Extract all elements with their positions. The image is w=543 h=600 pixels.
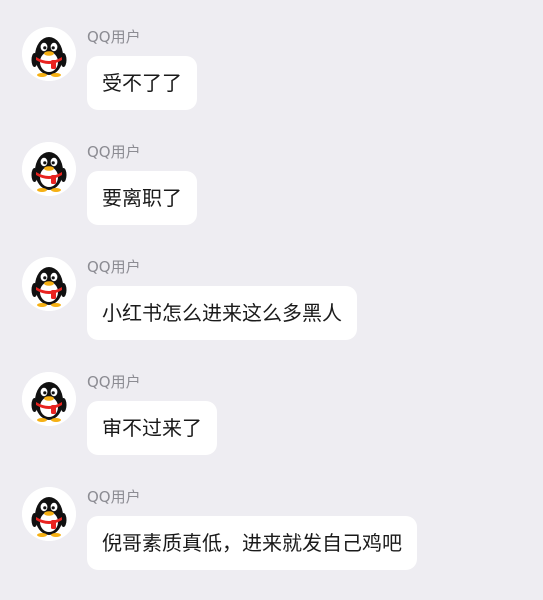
chat-message: QQ用户 受不了了 bbox=[0, 25, 543, 140]
chat-message: QQ用户 小红书怎么进来这么多黑人 bbox=[0, 255, 543, 370]
avatar[interactable] bbox=[22, 142, 76, 196]
message-bubble[interactable]: 审不过来了 bbox=[87, 401, 217, 455]
message-bubble[interactable]: 小红书怎么进来这么多黑人 bbox=[87, 286, 357, 340]
avatar[interactable] bbox=[22, 372, 76, 426]
sender-name: QQ用户 bbox=[87, 373, 141, 391]
sender-name: QQ用户 bbox=[87, 488, 141, 506]
qq-penguin-icon bbox=[22, 257, 76, 311]
qq-penguin-icon bbox=[22, 487, 76, 541]
message-bubble[interactable]: 倪哥素质真低，进来就发自己鸡吧 bbox=[87, 516, 417, 570]
message-bubble[interactable]: 受不了了 bbox=[87, 56, 197, 110]
avatar[interactable] bbox=[22, 487, 76, 541]
sender-name: QQ用户 bbox=[87, 143, 141, 161]
qq-penguin-icon bbox=[22, 27, 76, 81]
chat-message: QQ用户 审不过来了 bbox=[0, 370, 543, 485]
qq-penguin-icon bbox=[22, 372, 76, 426]
qq-penguin-icon bbox=[22, 142, 76, 196]
sender-name: QQ用户 bbox=[87, 258, 141, 276]
avatar[interactable] bbox=[22, 27, 76, 81]
message-bubble[interactable]: 要离职了 bbox=[87, 171, 197, 225]
sender-name: QQ用户 bbox=[87, 28, 141, 46]
chat-message-list: QQ用户 受不了了 QQ用户 要离职了 QQ用户 小红书怎么进来这么多黑人 QQ… bbox=[0, 0, 543, 597]
chat-message: QQ用户 要离职了 bbox=[0, 140, 543, 255]
chat-message: QQ用户 倪哥素质真低，进来就发自己鸡吧 bbox=[0, 485, 543, 600]
avatar[interactable] bbox=[22, 257, 76, 311]
